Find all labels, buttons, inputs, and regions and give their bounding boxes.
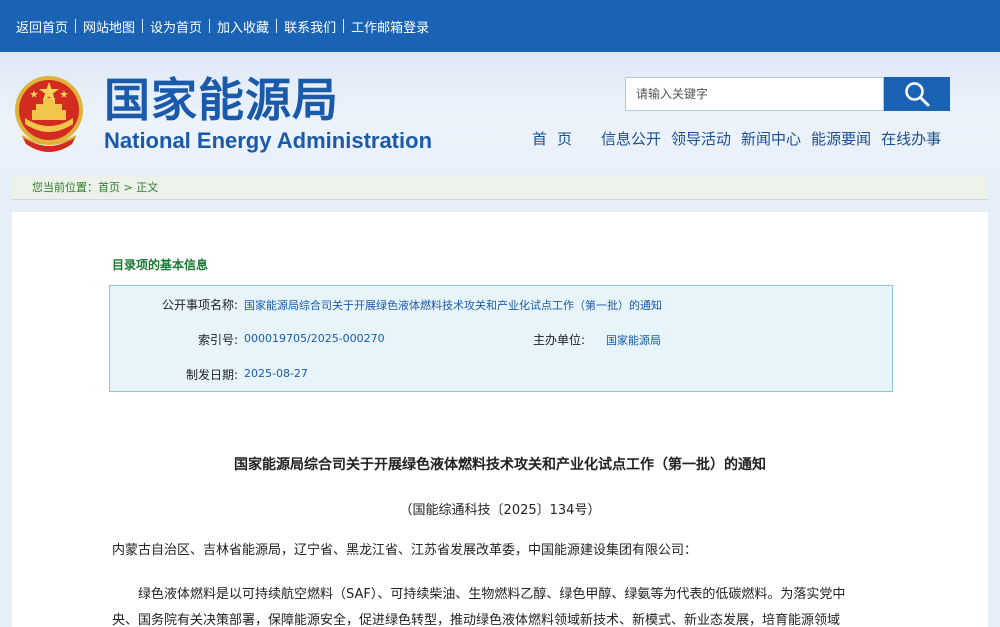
index-label: 索引号: — [197, 333, 238, 347]
topbar-link-mail-login[interactable]: 工作邮箱登录 — [344, 17, 436, 36]
site-header: 国家能源局 National Energy Administration 首页 … — [0, 52, 1000, 172]
divider — [209, 19, 211, 33]
main-nav: 首页 信息公开 领导活动 新闻中心 能源要闻 在线办事 — [527, 128, 946, 150]
search-input[interactable] — [625, 77, 884, 111]
topbar-link-home[interactable]: 返回首页 — [16, 17, 75, 36]
nav-item-info-disclosure[interactable]: 信息公开 — [596, 128, 666, 150]
topbar-link-sitemap[interactable]: 网站地图 — [76, 17, 142, 36]
article-panel: 目录项的基本信息 公开事项名称: 国家能源局综合司关于开展绿色液体燃料技术攻关和… — [12, 212, 988, 627]
search-button[interactable] — [884, 77, 950, 111]
site-title-en: National Energy Administration — [104, 128, 433, 153]
nav-item-news-center[interactable]: 新闻中心 — [736, 128, 806, 150]
nav-item-home[interactable]: 首页 — [527, 128, 596, 150]
divider — [276, 19, 278, 33]
document-title: 国家能源局综合司关于开展绿色液体燃料技术攻关和产业化试点工作（第一批）的通知 — [234, 457, 766, 473]
breadcrumb-separator: > — [120, 181, 137, 194]
name-value: 国家能源局综合司关于开展绿色液体燃料技术攻关和产业化试点工作（第一批）的通知 — [244, 299, 662, 312]
info-section-title: 目录项的基本信息 — [112, 258, 209, 272]
site-title-cn: 国家能源局 — [104, 73, 339, 127]
search-icon — [905, 82, 930, 107]
org-label: 主办单位: — [532, 333, 585, 347]
date-label: 制发日期: — [185, 368, 238, 382]
divider — [142, 19, 144, 33]
divider — [75, 19, 77, 33]
breadcrumb-current: 正文 — [136, 181, 159, 194]
document-body-line: 央、国务院有关决策部署，保障能源安全，促进绿色转型，推动绿色液体燃料领域新技术、… — [112, 613, 841, 627]
info-table: 公开事项名称: 国家能源局综合司关于开展绿色液体燃料技术攻关和产业化试点工作（第… — [109, 285, 893, 392]
topbar-link-favorite[interactable]: 加入收藏 — [210, 17, 276, 36]
topbar-link-set-home[interactable]: 设为首页 — [143, 17, 209, 36]
nav-item-energy-news[interactable]: 能源要闻 — [806, 128, 876, 150]
document-body-line: 绿色液体燃料是以可持续航空燃料（SAF）、可持续柴油、生物燃料乙醇、绿色甲醇、绿… — [138, 587, 846, 602]
breadcrumb-home-link[interactable]: 首页 — [98, 181, 120, 194]
nav-item-leader-activities[interactable]: 领导活动 — [666, 128, 736, 150]
name-label: 公开事项名称: — [161, 298, 238, 312]
date-value: 2025-08-27 — [244, 367, 308, 380]
index-value: 000019705/2025-000270 — [244, 332, 385, 345]
divider — [343, 19, 345, 33]
top-utility-bar: 返回首页 网站地图 设为首页 加入收藏 联系我们 工作邮箱登录 — [0, 0, 1000, 52]
breadcrumb-label: 您当前位置： — [32, 181, 98, 194]
national-emblem-icon — [15, 76, 83, 152]
nav-item-online-services[interactable]: 在线办事 — [876, 128, 946, 150]
breadcrumb: 您当前位置：首页 > 正文 — [12, 176, 988, 200]
org-value: 国家能源局 — [606, 334, 661, 347]
document-number: （国能综通科技〔2025〕134号） — [399, 503, 601, 518]
document-recipients: 内蒙古自治区、吉林省能源局，辽宁省、黑龙江省、江苏省发展改革委，中国能源建设集团… — [112, 543, 698, 558]
topbar-link-contact[interactable]: 联系我们 — [277, 17, 343, 36]
